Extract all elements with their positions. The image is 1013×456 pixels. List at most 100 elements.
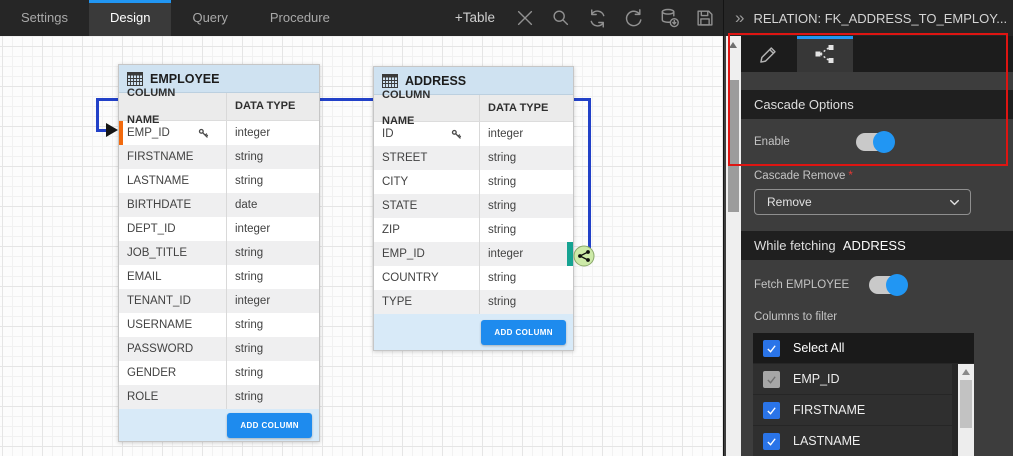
column-name: TENANT_ID <box>119 289 226 313</box>
table-row[interactable]: LASTNAMEstring <box>119 169 319 193</box>
column-type: string <box>479 290 573 314</box>
tab-edit-relation[interactable] <box>741 36 797 72</box>
checkbox-checked[interactable] <box>763 433 780 450</box>
column-name: EMAIL <box>119 265 226 289</box>
scrollbar-thumb[interactable] <box>728 80 739 212</box>
columns-filter-list: Select All EMP_ID FIRSTNAME LASTNAME <box>753 333 974 456</box>
column-type: integer <box>226 289 319 313</box>
column-type: integer <box>226 121 319 145</box>
column-filter-row[interactable]: FIRSTNAME <box>753 395 952 425</box>
sync-icon[interactable] <box>585 6 609 30</box>
checkbox-checked[interactable] <box>763 340 780 357</box>
column-filter-label: LASTNAME <box>793 434 860 448</box>
column-name: EMP_ID <box>374 242 479 266</box>
select-all-label: Select All <box>793 341 844 355</box>
table-row[interactable]: TYPEstring <box>374 290 573 314</box>
table-row[interactable]: DEPT_IDinteger <box>119 217 319 241</box>
column-name: CITY <box>374 170 479 194</box>
column-name: TYPE <box>374 290 479 314</box>
table-row[interactable]: USERNAMEstring <box>119 313 319 337</box>
col-header-type: DATA TYPE <box>479 95 573 121</box>
collapse-panel-icon[interactable]: » <box>735 8 744 28</box>
database-export-icon[interactable] <box>657 6 681 30</box>
table-row-foreign-key[interactable]: EMP_IDinteger <box>374 242 573 266</box>
table-row[interactable]: STREETstring <box>374 146 573 170</box>
column-type: integer <box>479 242 573 266</box>
panel-header: » RELATION: FK_ADDRESS_TO_EMPLOY... <box>724 0 1013 36</box>
close-icon[interactable] <box>513 6 537 30</box>
columns-to-filter-label: Columns to filter <box>754 311 837 323</box>
table-row[interactable]: TENANT_IDinteger <box>119 289 319 313</box>
table-row[interactable]: ROLEstring <box>119 385 319 409</box>
cascade-remove-select[interactable]: Remove <box>754 189 971 215</box>
fetch-employee-label: Fetch EMPLOYEE <box>754 279 849 291</box>
column-type: string <box>226 145 319 169</box>
column-name: DEPT_ID <box>119 217 226 241</box>
table-employee[interactable]: EMPLOYEE COLUMN NAME DATA TYPE EMP_ID in… <box>118 64 320 442</box>
list-scrollbar[interactable] <box>958 364 974 456</box>
top-toolbar: Settings Design Query Procedure +Table <box>0 0 723 36</box>
scroll-up-arrow-icon[interactable] <box>962 369 970 375</box>
relation-icon <box>813 42 837 66</box>
table-address[interactable]: ADDRESS COLUMN NAME DATA TYPE ID integer… <box>373 66 574 351</box>
primary-key-icon <box>197 127 210 140</box>
add-column-button[interactable]: ADD COLUMN <box>227 413 312 438</box>
fetching-table-name: ADDRESS <box>843 238 906 253</box>
column-type: string <box>226 361 319 385</box>
save-icon[interactable] <box>693 6 717 30</box>
column-name: ROLE <box>119 385 226 409</box>
column-type: string <box>479 146 573 170</box>
column-name: ZIP <box>374 218 479 242</box>
column-name: GENDER <box>119 361 226 385</box>
tab-relation-options[interactable] <box>797 36 853 72</box>
enable-toggle[interactable] <box>856 133 893 151</box>
required-asterisk: * <box>848 170 852 182</box>
column-type: date <box>226 193 319 217</box>
while-fetching-header: While fetching ADDRESS <box>741 231 1013 260</box>
table-row[interactable]: BIRTHDATEdate <box>119 193 319 217</box>
cascade-remove-label: Cascade Remove* <box>754 170 853 182</box>
scroll-up-arrow-icon[interactable] <box>729 42 737 48</box>
panel-scrollbar[interactable] <box>726 36 741 456</box>
add-column-button[interactable]: ADD COLUMN <box>481 320 566 345</box>
table-row[interactable]: GENDERstring <box>119 361 319 385</box>
tab-query[interactable]: Query <box>171 0 248 36</box>
scrollbar-thumb[interactable] <box>960 380 972 428</box>
toolbar-spacer <box>351 0 455 36</box>
table-row[interactable]: EMAILstring <box>119 265 319 289</box>
table-row[interactable]: ZIPstring <box>374 218 573 242</box>
tab-design[interactable]: Design <box>89 0 171 36</box>
column-filter-row[interactable]: EMP_ID <box>753 364 952 394</box>
column-type: string <box>226 385 319 409</box>
column-type: string <box>226 169 319 193</box>
fetch-employee-toggle[interactable] <box>869 276 906 294</box>
table-row[interactable]: ID integer <box>374 122 573 146</box>
toggle-knob <box>886 274 908 296</box>
table-row[interactable]: JOB_TITLEstring <box>119 241 319 265</box>
column-filter-label: EMP_ID <box>793 372 840 386</box>
redo-icon[interactable] <box>621 6 645 30</box>
column-type: string <box>226 337 319 361</box>
table-row[interactable]: STATEstring <box>374 194 573 218</box>
add-table-button[interactable]: +Table <box>455 0 495 36</box>
table-row[interactable]: CITYstring <box>374 170 573 194</box>
search-icon[interactable] <box>549 6 573 30</box>
column-headers: COLUMN NAME DATA TYPE <box>119 93 319 121</box>
column-name: USERNAME <box>119 313 226 337</box>
pencil-icon <box>758 43 780 65</box>
column-filter-label: FIRSTNAME <box>793 403 865 417</box>
tab-settings[interactable]: Settings <box>0 0 89 36</box>
diagram-canvas[interactable]: EMPLOYEE COLUMN NAME DATA TYPE EMP_ID in… <box>0 36 723 456</box>
column-type: string <box>479 170 573 194</box>
table-row[interactable]: COUNTRYstring <box>374 266 573 290</box>
column-filter-row[interactable]: LASTNAME <box>753 426 952 456</box>
table-row[interactable]: PASSWORDstring <box>119 337 319 361</box>
relation-endpoint-icon[interactable] <box>573 245 595 267</box>
table-row[interactable]: FIRSTNAMEstring <box>119 145 319 169</box>
primary-key-icon <box>450 128 463 141</box>
checkbox-checked[interactable] <box>763 402 780 419</box>
column-type: integer <box>226 217 319 241</box>
table-row[interactable]: EMP_ID integer <box>119 121 319 145</box>
tab-procedure[interactable]: Procedure <box>249 0 351 36</box>
select-all-row[interactable]: Select All <box>753 333 974 363</box>
